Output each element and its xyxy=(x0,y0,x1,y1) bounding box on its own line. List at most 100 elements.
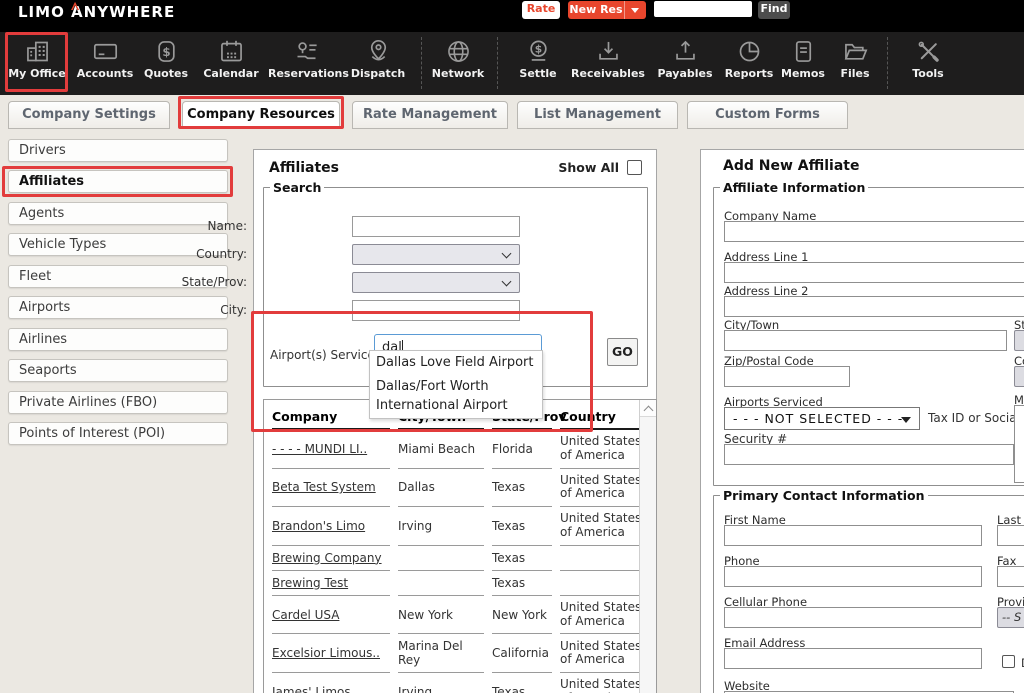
sidebar-item-affiliates[interactable]: Affiliates xyxy=(8,170,228,193)
suggestion-dallas-fort-worth[interactable]: Dallas/Fort Worth International Airport xyxy=(370,375,542,418)
sidebar-item-vehicle-types[interactable]: Vehicle Types xyxy=(8,233,228,256)
table-row: James' Limos Irving Texas United States … xyxy=(272,673,652,693)
sidebar-item-drivers[interactable]: Drivers xyxy=(8,139,228,162)
toolbar-item-dispatch[interactable]: Dispatch xyxy=(340,38,416,80)
company-link[interactable]: Excelsior Limous.. xyxy=(272,634,390,673)
affiliates-results-table-container: Company City/Town State/Prov Country - -… xyxy=(263,399,657,693)
building-icon xyxy=(24,38,51,65)
go-button[interactable]: GO xyxy=(607,338,638,366)
dollar-square-icon: $ xyxy=(153,38,180,65)
search-city-input[interactable] xyxy=(352,300,520,321)
show-all-label: Show All xyxy=(558,160,619,175)
search-country-select[interactable] xyxy=(352,244,520,265)
toolbar-label: Calendar xyxy=(193,67,269,80)
global-search-input[interactable] xyxy=(654,1,752,17)
address-line-1-input[interactable] xyxy=(724,262,1024,283)
tab-company-settings[interactable]: Company Settings xyxy=(8,101,170,129)
show-all-checkbox[interactable] xyxy=(627,160,642,175)
find-button[interactable]: Find xyxy=(758,1,790,19)
toolbar-item-calendar[interactable]: Calendar xyxy=(193,38,269,80)
toolbar-item-tools[interactable]: Tools xyxy=(890,38,966,80)
toolbar-label: Dispatch xyxy=(340,67,416,80)
phone-input[interactable] xyxy=(724,566,982,587)
provider-select[interactable]: -- S xyxy=(997,607,1024,628)
first-name-input[interactable] xyxy=(724,525,982,546)
city-cell: Marina Del Rey xyxy=(398,634,484,673)
tab-rate-management[interactable]: Rate Management xyxy=(352,101,508,129)
state-cell: Texas xyxy=(492,546,552,571)
sidebar-item-airlines[interactable]: Airlines xyxy=(8,328,228,351)
toolbar-divider xyxy=(497,37,498,89)
tab-custom-forms[interactable]: Custom Forms xyxy=(687,101,848,129)
sidebar-item-private-airlines-fbo[interactable]: Private Airlines (FBO) xyxy=(8,391,228,414)
address-line-2-input[interactable] xyxy=(724,296,1024,317)
toolbar-item-files[interactable]: Files xyxy=(817,38,893,80)
company-link[interactable]: Beta Test System xyxy=(272,469,390,508)
company-link[interactable]: - - - - MUNDI LI.. xyxy=(272,430,390,469)
toolbar-item-network[interactable]: Network xyxy=(420,38,496,80)
sidebar-item-seaports[interactable]: Seaports xyxy=(8,359,228,382)
sidebar-item-points-of-interest-poi[interactable]: Points of Interest (POI) xyxy=(8,422,228,445)
affiliates-results-table: Company City/Town State/Prov Country - -… xyxy=(264,400,657,693)
affiliate-information-legend: Affiliate Information xyxy=(720,180,868,195)
table-row: - - - - MUNDI LI.. Miami Beach Florida U… xyxy=(272,430,652,469)
toolbar-label: Files xyxy=(817,67,893,80)
scrollbar-up-arrow-icon[interactable] xyxy=(640,400,656,417)
sidebar-item-agents[interactable]: Agents xyxy=(8,202,228,225)
limo-anywhere-app: LIMO ANYWHERE Rate New Res Find My Offic… xyxy=(0,0,1024,693)
toolbar-item-reservations[interactable]: Reservations xyxy=(268,38,344,80)
city-town-input[interactable] xyxy=(724,330,1007,351)
misc-input[interactable] xyxy=(1014,405,1024,483)
affiliate-information-fieldset: Affiliate Information Company Name Addre… xyxy=(713,180,1024,486)
zip-postal-code-input[interactable] xyxy=(724,366,850,387)
company-link[interactable]: James' Limos xyxy=(272,673,390,693)
airports-serviced-select[interactable]: - - - NOT SELECTED - - - xyxy=(724,407,920,430)
company-link[interactable]: Brewing Test xyxy=(272,571,390,596)
cellular-phone-input[interactable] xyxy=(724,607,982,628)
toolbar-item-my-office[interactable]: My Office xyxy=(0,38,75,80)
globe-icon xyxy=(445,38,472,65)
last-name-input[interactable] xyxy=(997,525,1024,546)
note-icon xyxy=(790,38,817,65)
new-res-dropdown-arrow-icon[interactable] xyxy=(624,1,646,19)
toolbar-item-settle[interactable]: $ Settle xyxy=(500,38,576,80)
search-name-input[interactable] xyxy=(352,216,520,237)
email-address-input[interactable] xyxy=(724,648,982,669)
toolbar-label: Settle xyxy=(500,67,576,80)
new-res-button[interactable]: New Res xyxy=(568,1,646,19)
city-cell: Dallas xyxy=(398,469,484,508)
city-cell xyxy=(398,571,484,596)
svg-text:$: $ xyxy=(534,43,541,56)
company-link[interactable]: Cardel USA xyxy=(272,596,390,635)
suggestion-dallas-love-field[interactable]: Dallas Love Field Airport xyxy=(370,351,542,375)
airports-serviced-selected-value: - - - NOT SELECTED - - - xyxy=(733,411,903,426)
company-link[interactable]: Brandon's Limo xyxy=(272,507,390,546)
state-cell: Texas xyxy=(492,469,552,508)
toolbar-label: Receivables xyxy=(570,67,646,80)
company-name-input[interactable] xyxy=(724,221,1024,242)
state-prov-select[interactable] xyxy=(1014,330,1024,351)
limo-anywhere-logo[interactable]: LIMO ANYWHERE xyxy=(18,3,175,21)
sidebar-item-airports[interactable]: Airports xyxy=(8,296,228,319)
country-select[interactable] xyxy=(1014,366,1024,387)
pie-chart-icon xyxy=(736,38,763,65)
fax-input[interactable] xyxy=(997,566,1024,587)
toolbar-label: My Office xyxy=(0,67,75,80)
company-link[interactable]: Brewing Company xyxy=(272,546,390,571)
search-state-select[interactable] xyxy=(352,272,520,293)
tab-company-resources[interactable]: Company Resources xyxy=(182,101,340,129)
city-label: City: xyxy=(220,303,247,317)
chevron-down-icon xyxy=(502,277,512,287)
primary-contact-fieldset: Primary Contact Information First Name L… xyxy=(713,488,1024,693)
tab-list-management[interactable]: List Management xyxy=(517,101,678,129)
rate-button[interactable]: Rate xyxy=(522,1,560,19)
city-cell: Irving xyxy=(398,507,484,546)
toolbar-item-receivables[interactable]: Receivables xyxy=(570,38,646,80)
toolbar-label: Reservations xyxy=(268,67,344,80)
table-scrollbar[interactable] xyxy=(639,400,656,693)
upload-tray-icon xyxy=(672,38,699,65)
state-cell: California xyxy=(492,634,552,673)
chevron-down-icon xyxy=(502,249,512,259)
contact-checkbox[interactable] xyxy=(1002,655,1015,668)
tax-id-input[interactable] xyxy=(724,444,1014,465)
